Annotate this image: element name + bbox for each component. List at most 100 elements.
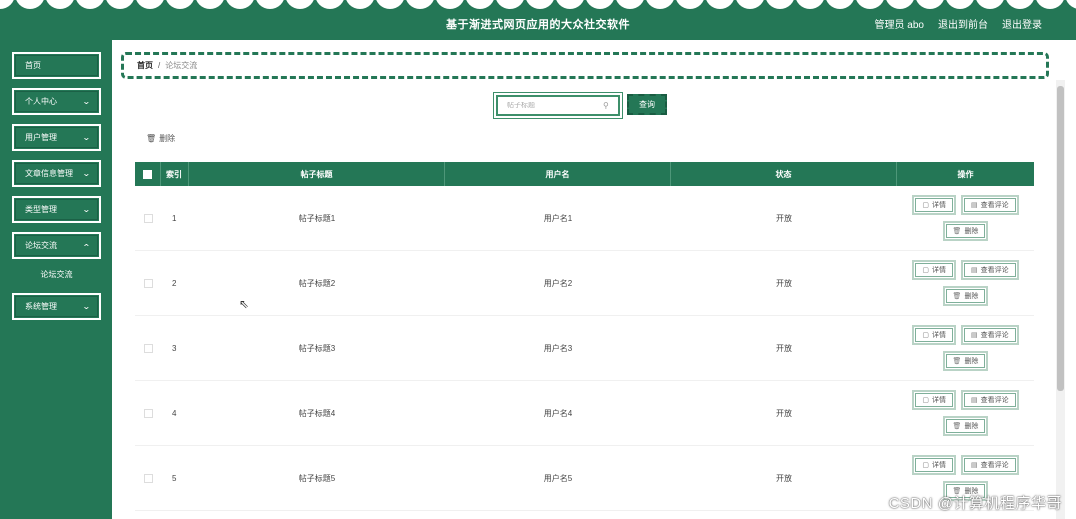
sidebar-item-article-management[interactable]: 文章信息管理 ⌄ [12, 160, 101, 187]
sidebar-item-system-management[interactable]: 系统管理 ⌄ [12, 293, 101, 320]
view-comments-button[interactable]: ▤ 查看评论 [961, 325, 1019, 345]
scallop [766, 0, 794, 9]
table-row: 1 帖子标题1 用户名1 开放 ▢ 详情 ▤ 查看评论 🗑 删除 [135, 186, 1034, 251]
comment-icon: ▤ [971, 267, 978, 274]
select-all-checkbox[interactable] [143, 169, 152, 179]
cell-username: 用户名4 [543, 408, 573, 418]
sidebar-subitem-forum[interactable]: 论坛交流 [12, 262, 101, 286]
scallop [136, 0, 164, 9]
scallop [286, 0, 314, 9]
sidebar-item-user-management[interactable]: 用户管理 ⌄ [12, 124, 101, 151]
cell-title: 帖子标题1 [298, 213, 336, 223]
view-comments-label: 查看评论 [980, 267, 1009, 274]
row-checkbox[interactable] [143, 473, 153, 483]
delete-button[interactable]: 🗑 删除 [942, 351, 989, 371]
admin-user-label[interactable]: 管理员 abo [875, 16, 924, 31]
cell-status: 开放 [776, 278, 792, 288]
sidebar-item-type-management[interactable]: 类型管理 ⌄ [12, 196, 101, 223]
table-row: 3 帖子标题3 用户名3 开放 ▢ 详情 ▤ 查看评论 🗑 删除 [135, 316, 1034, 381]
sidebar-item-label: 论坛交流 [25, 241, 57, 250]
chevron-down-icon: ⌄ [82, 204, 92, 214]
sidebar-item-personal-center[interactable]: 个人中心 ⌄ [12, 88, 101, 115]
scallop [1066, 0, 1076, 9]
detail-button[interactable]: ▢ 详情 [912, 390, 956, 410]
chevron-down-icon: ⌄ [82, 132, 92, 142]
scallop [586, 0, 614, 9]
select-all-cell [135, 162, 161, 186]
actions-row: ▢ 详情 ▤ 查看评论 [912, 390, 1019, 410]
sidebar-item-home[interactable]: 首页 [12, 52, 101, 79]
back-to-frontend-link[interactable]: 退出到前台 [938, 16, 988, 31]
comment-icon: ▤ [971, 202, 978, 209]
detail-button[interactable]: ▢ 详情 [912, 325, 956, 345]
view-comments-button[interactable]: ▤ 查看评论 [961, 455, 1019, 475]
sidebar-item-forum[interactable]: 论坛交流 ⌄ [12, 232, 101, 259]
sidebar-item-label: 文章信息管理 [25, 169, 73, 178]
view-comments-label: 查看评论 [980, 397, 1009, 404]
batch-delete-button[interactable]: 🗑 删除 [146, 133, 175, 144]
detail-button[interactable]: ▢ 详情 [912, 260, 956, 280]
trash-icon: 🗑 [952, 293, 962, 300]
scallop [346, 0, 374, 9]
logout-link[interactable]: 退出登录 [1002, 16, 1042, 31]
breadcrumb-home[interactable]: 首页 [137, 60, 153, 71]
sidebar: 首页 个人中心 ⌄ 用户管理 ⌄ 文章信息管理 ⌄ 类型管理 ⌄ 论坛交流 ⌄ … [0, 40, 112, 519]
row-checkbox[interactable] [143, 343, 153, 353]
scallop [946, 0, 974, 9]
detail-icon: ▢ [922, 332, 929, 339]
view-comments-label: 查看评论 [980, 332, 1009, 339]
sidebar-item-label: 类型管理 [25, 205, 57, 214]
detail-icon: ▢ [922, 267, 929, 274]
row-select-cell [135, 186, 161, 250]
view-comments-label: 查看评论 [980, 462, 1009, 469]
scallop [616, 0, 644, 9]
chevron-down-icon: ⌄ [82, 168, 92, 178]
delete-button[interactable]: 🗑 删除 [942, 416, 989, 436]
page: 基于渐进式网页应用的大众社交软件 管理员 abo 退出到前台 退出登录 首页 个… [0, 0, 1076, 519]
query-button[interactable]: 查询 [627, 94, 667, 115]
table-body: 1 帖子标题1 用户名1 开放 ▢ 详情 ▤ 查看评论 🗑 删除 2 帖子标题2 用户名2 开放 ▢ 详情 ▤ 查… [135, 186, 1034, 511]
scallop [0, 0, 14, 9]
scallop [526, 0, 554, 9]
comment-icon: ▤ [971, 332, 978, 339]
detail-label: 详情 [932, 397, 946, 404]
delete-button[interactable]: 🗑 删除 [942, 221, 989, 241]
row-checkbox[interactable] [143, 408, 153, 418]
scallop [496, 0, 524, 9]
top-header: 基于渐进式网页应用的大众社交软件 管理员 abo 退出到前台 退出登录 [0, 0, 1076, 40]
row-checkbox[interactable] [143, 278, 153, 288]
scallop [826, 0, 854, 9]
header-index: 索引 [161, 162, 189, 186]
table-row: 4 帖子标题4 用户名4 开放 ▢ 详情 ▤ 查看评论 🗑 删除 [135, 381, 1034, 446]
cell-actions: ▢ 详情 ▤ 查看评论 🗑 删除 [897, 316, 1034, 380]
scallop [376, 0, 404, 9]
cell-index: 3 [172, 343, 177, 353]
view-comments-button[interactable]: ▤ 查看评论 [961, 195, 1019, 215]
breadcrumb: 首页 / 论坛交流 [121, 52, 1049, 79]
sidebar-item-label: 个人中心 [25, 97, 57, 106]
actions-row: ▢ 详情 ▤ 查看评论 [912, 325, 1019, 345]
search-input[interactable] [507, 102, 603, 109]
view-comments-button[interactable]: ▤ 查看评论 [961, 260, 1019, 280]
chevron-up-icon: ⌄ [82, 241, 92, 251]
forum-table: 索引 帖子标题 用户名 状态 操作 1 帖子标题1 用户名1 开放 ▢ 详情 ▤ 查看评论 🗑 删… [135, 162, 1034, 511]
row-checkbox[interactable] [143, 213, 153, 223]
scallop [226, 0, 254, 9]
cell-index: 2 [172, 278, 177, 288]
scallop [316, 0, 344, 9]
header-title: 帖子标题 [189, 162, 445, 186]
detail-button[interactable]: ▢ 详情 [912, 195, 956, 215]
detail-button[interactable]: ▢ 详情 [912, 455, 956, 475]
delete-button[interactable]: 🗑 删除 [942, 286, 989, 306]
scallop [976, 0, 1004, 9]
scallop [76, 0, 104, 9]
cell-actions: ▢ 详情 ▤ 查看评论 🗑 删除 [897, 381, 1034, 445]
view-comments-button[interactable]: ▤ 查看评论 [961, 390, 1019, 410]
scrollbar-thumb[interactable] [1057, 86, 1064, 391]
scallop [556, 0, 584, 9]
cell-status: 开放 [776, 213, 792, 223]
view-comments-label: 查看评论 [980, 202, 1009, 209]
scallop [16, 0, 44, 9]
actions-row: ▢ 详情 ▤ 查看评论 [912, 260, 1019, 280]
delete-label: 删除 [964, 358, 979, 365]
